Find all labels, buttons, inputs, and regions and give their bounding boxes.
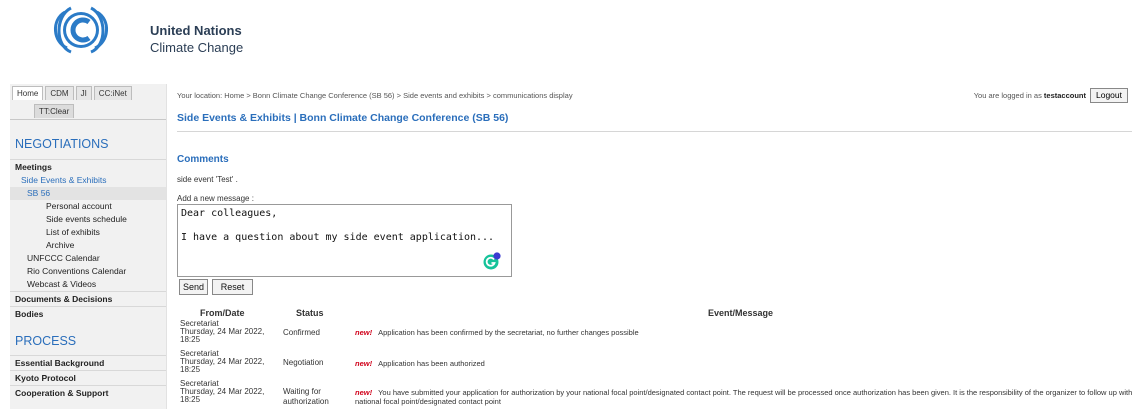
page-title: Side Events & Exhibits | Bonn Climate Ch… <box>177 112 509 124</box>
message-text: Application has been authorized <box>378 359 485 368</box>
login-prefix: You are logged in as <box>973 91 1044 100</box>
tab-tt-clear[interactable]: TT:Clear <box>34 104 75 118</box>
status-cell: Confirmed <box>283 328 320 337</box>
sidebar-item-webcast[interactable]: Webcast & Videos <box>10 278 166 291</box>
site-tabs: Home CDM JI CC:iNet <box>10 84 166 102</box>
message-textarea[interactable] <box>177 204 512 277</box>
username: testaccount <box>1043 91 1086 100</box>
sidebar-item-sb56[interactable]: SB 56 <box>10 187 166 200</box>
time: 18:25 <box>180 365 201 374</box>
section-negotiations[interactable]: NEGOTIATIONS <box>10 137 166 151</box>
message-cell: new! You have submitted your application … <box>355 388 1135 406</box>
divider <box>177 131 1132 132</box>
org-line-1: United Nations <box>150 23 242 38</box>
tab-ji[interactable]: JI <box>75 86 92 100</box>
group-kyoto-protocol[interactable]: Kyoto Protocol <box>10 370 166 385</box>
time: 18:25 <box>180 335 201 344</box>
tab-cdm[interactable]: CDM <box>45 86 74 100</box>
main-content: Your location: Home > Bonn Climate Chang… <box>167 84 1136 409</box>
column-header-status: Status <box>296 308 324 318</box>
send-button[interactable]: Send <box>179 279 208 295</box>
sidebar-item-side-events-schedule[interactable]: Side events schedule <box>10 213 166 226</box>
login-text: You are logged in as testaccount <box>974 91 1086 100</box>
sidebar: Home CDM JI CC:iNet TT:Clear NEGOTIATION… <box>10 84 167 409</box>
status-cell: Negotiation <box>283 358 324 367</box>
grammarly-icon[interactable] <box>483 252 501 270</box>
group-cooperation-support[interactable]: Cooperation & Support <box>10 385 166 400</box>
tab-cc-inet[interactable]: CC:iNet <box>93 86 132 100</box>
from-date-cell: Secretariat Thursday, 24 Mar 2022, 18:25 <box>180 350 280 374</box>
group-meetings[interactable]: Meetings <box>10 159 166 174</box>
from-date-cell: Secretariat Thursday, 24 Mar 2022, 18:25 <box>180 320 280 344</box>
tab-home[interactable]: Home <box>12 86 44 100</box>
new-badge: new! <box>355 388 373 397</box>
group-bodies[interactable]: Bodies <box>10 306 166 321</box>
message-text: You have submitted your application for … <box>355 388 1133 406</box>
section-process[interactable]: PROCESS <box>10 334 166 348</box>
sidebar-item-archive[interactable]: Archive <box>10 239 166 252</box>
message-label: Add a new message : <box>177 194 254 203</box>
logout-button[interactable]: Logout <box>1090 88 1128 103</box>
sidebar-item-side-events[interactable]: Side Events & Exhibits <box>10 174 166 187</box>
status-cell: Waiting for authorization <box>283 387 329 406</box>
reset-button[interactable]: Reset <box>212 279 253 295</box>
column-header-from-date: From/Date <box>200 308 245 318</box>
org-name: United Nations Climate Change <box>150 22 243 56</box>
comments-heading: Comments <box>177 154 229 165</box>
message-cell: new! Application has been confirmed by th… <box>355 328 1135 337</box>
org-line-2: Climate Change <box>150 40 244 55</box>
new-badge: new! <box>355 359 373 368</box>
message-cell: new! Application has been authorized <box>355 359 1135 368</box>
site-header: United Nations Climate Change <box>0 0 1136 84</box>
group-essential-background[interactable]: Essential Background <box>10 355 166 370</box>
sidebar-item-personal-account[interactable]: Personal account <box>10 200 166 213</box>
group-documents[interactable]: Documents & Decisions <box>10 291 166 306</box>
time: 18:25 <box>180 395 201 404</box>
from-date-cell: Secretariat Thursday, 24 Mar 2022, 18:25 <box>180 380 280 404</box>
unfccc-logo <box>54 6 108 54</box>
sidebar-item-list-of-exhibits[interactable]: List of exhibits <box>10 226 166 239</box>
sidebar-item-unfccc-calendar[interactable]: UNFCCC Calendar <box>10 252 166 265</box>
message-text: Application has been confirmed by the se… <box>378 328 639 337</box>
breadcrumb[interactable]: Your location: Home > Bonn Climate Chang… <box>177 91 573 100</box>
event-name: side event 'Test' . <box>177 175 238 184</box>
column-header-event-message: Event/Message <box>708 308 774 318</box>
subtab-row: TT:Clear <box>10 102 166 120</box>
new-badge: new! <box>355 328 373 337</box>
login-status: You are logged in as testaccount Logout <box>974 88 1128 103</box>
sidebar-item-rio-calendar[interactable]: Rio Conventions Calendar <box>10 265 166 278</box>
